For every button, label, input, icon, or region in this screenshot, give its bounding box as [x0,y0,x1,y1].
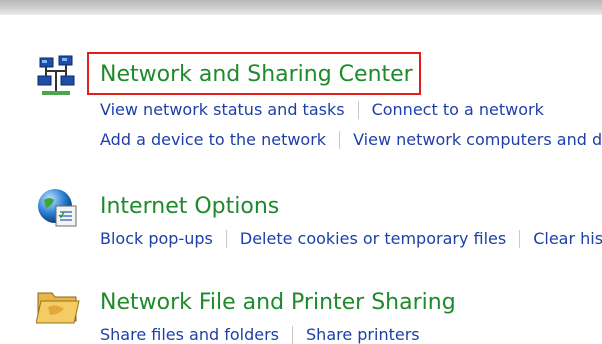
link-view-network-computers[interactable]: View network computers and de [353,130,602,149]
link-delete-cookies[interactable]: Delete cookies or temporary files [240,229,506,248]
section-title[interactable]: Network File and Printer Sharing [100,292,456,314]
link-connect-to-network[interactable]: Connect to a network [372,100,544,119]
folder-share-icon [36,292,80,324]
internet-options-icon [38,189,77,227]
section-title[interactable]: Internet Options [100,196,279,218]
section-links-row: View network status and tasks Connect to … [100,101,544,119]
network-icon [37,55,75,95]
section-links-row: Share files and folders Share printers [100,326,420,344]
link-view-network-status[interactable]: View network status and tasks [100,100,345,119]
separator [519,230,521,248]
separator [339,131,341,149]
section-links-row-2: Add a device to the network View network … [100,131,602,149]
window-top-bar [0,0,602,15]
link-block-popups[interactable]: Block pop-ups [100,229,213,248]
section-links-row: Block pop-ups Delete cookies or temporary… [100,230,602,248]
link-clear-history[interactable]: Clear his [533,229,602,248]
link-add-device[interactable]: Add a device to the network [100,130,326,149]
link-share-printers[interactable]: Share printers [306,325,420,344]
highlight-box [87,52,421,95]
separator [225,230,227,248]
link-share-files[interactable]: Share files and folders [100,325,279,344]
separator [292,326,294,344]
separator [357,101,359,119]
